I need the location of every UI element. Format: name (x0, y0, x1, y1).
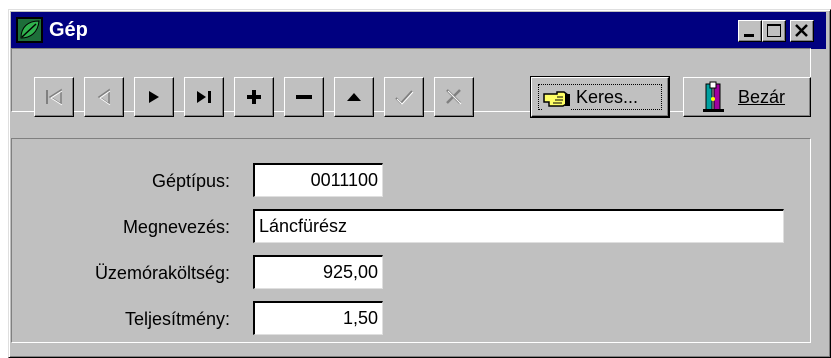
teljesitmeny-label: Teljesítmény: (124, 309, 230, 329)
leaf-icon (16, 17, 43, 43)
up-triangle-icon (347, 93, 361, 101)
next-record-icon (149, 91, 159, 103)
search-button[interactable]: Keres... (530, 76, 670, 118)
close-window-button[interactable] (790, 20, 814, 42)
close-form-button-label: Bezár (738, 86, 785, 108)
last-record-button[interactable] (184, 77, 224, 117)
door-exit-icon (703, 81, 724, 112)
uzemorakoltseg-label: Üzemóraköltség: (94, 263, 230, 283)
window-title: Gép (49, 19, 88, 41)
minimize-button[interactable] (738, 20, 762, 42)
teljesitmeny-field[interactable]: 1,50 (253, 301, 383, 335)
cancel-record-button[interactable] (434, 77, 474, 117)
first-record-button[interactable] (34, 77, 74, 117)
x-mark-icon (446, 89, 462, 105)
post-record-button[interactable] (384, 77, 424, 117)
first-record-icon (46, 88, 63, 106)
megnevezes-field[interactable]: Láncfürész (253, 209, 784, 243)
pointing-hand-icon (542, 86, 570, 110)
search-button-label: Keres... (576, 87, 639, 107)
uzemorakoltseg-field[interactable]: 925,00 (253, 255, 383, 289)
title-bar[interactable]: Gép (11, 12, 826, 49)
last-record-icon (197, 91, 211, 103)
checkmark-icon (395, 90, 414, 105)
delete-record-button[interactable] (284, 77, 324, 117)
prior-record-button[interactable] (84, 77, 124, 117)
maximize-button[interactable] (762, 20, 786, 42)
prior-record-icon (97, 88, 111, 106)
minus-icon (296, 95, 312, 99)
insert-record-button[interactable] (234, 77, 274, 117)
close-label-text: Bezár (738, 87, 786, 107)
geptipus-field[interactable]: 0011100 (253, 163, 383, 197)
megnevezes-label: Megnevezés: (122, 217, 230, 237)
close-icon (795, 24, 808, 37)
close-form-button[interactable]: Bezár (683, 77, 811, 117)
next-record-button[interactable] (134, 77, 174, 117)
plus-icon (247, 90, 261, 104)
maximize-icon (767, 24, 781, 37)
minimize-icon (744, 34, 754, 37)
edit-record-button[interactable] (334, 77, 374, 117)
geptipus-label: Géptípus: (151, 171, 230, 191)
